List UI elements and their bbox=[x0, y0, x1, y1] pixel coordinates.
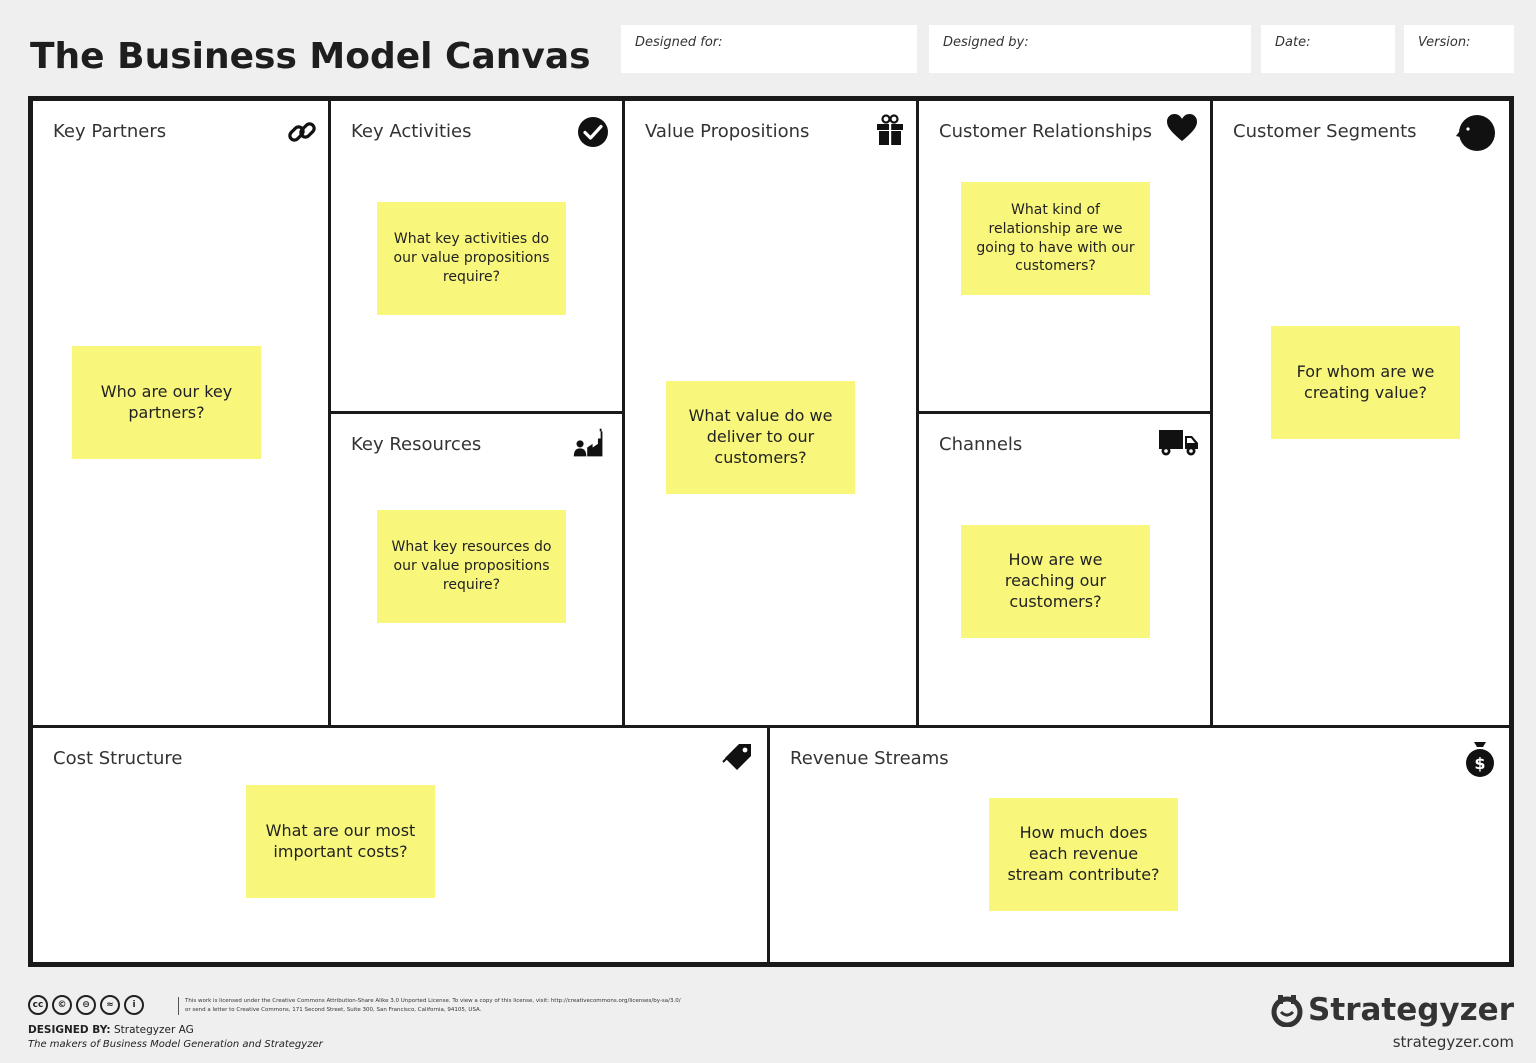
gift-icon bbox=[873, 113, 907, 147]
designed-by-credit-value: Strategyzer AG bbox=[113, 1024, 194, 1036]
revenue-streams-title: Revenue Streams bbox=[790, 748, 949, 769]
key-resources-note[interactable]: What key resources do our value proposit… bbox=[377, 510, 566, 623]
date-label: Date: bbox=[1275, 35, 1311, 50]
divider bbox=[33, 725, 1509, 728]
customer-segments-block[interactable]: Customer Segments For whom are we creati… bbox=[1213, 101, 1509, 725]
license-text: This work is licensed under the Creative… bbox=[178, 997, 685, 1015]
value-propositions-note[interactable]: What value do we deliver to our customer… bbox=[666, 381, 855, 494]
value-propositions-block[interactable]: Value Propositions What value do we deli… bbox=[625, 101, 916, 725]
revenue-streams-block[interactable]: Revenue Streams $ How much does each rev… bbox=[770, 728, 1509, 962]
factory-worker-icon bbox=[572, 426, 606, 460]
designed-for-field[interactable]: Designed for: bbox=[621, 25, 917, 73]
divider bbox=[1210, 101, 1213, 725]
customer-relationships-block[interactable]: Customer Relationships What kind of rela… bbox=[919, 101, 1210, 411]
share-alike-icon: ≈ bbox=[100, 995, 120, 1015]
channels-block[interactable]: Channels How are we reaching our custome… bbox=[919, 414, 1210, 725]
link-icon bbox=[285, 115, 319, 149]
customer-segments-title: Customer Segments bbox=[1233, 121, 1417, 142]
version-field[interactable]: Version: bbox=[1404, 25, 1514, 73]
key-partners-title: Key Partners bbox=[53, 121, 167, 142]
divider bbox=[331, 411, 622, 414]
attribution-icon: i bbox=[124, 995, 144, 1015]
face-icon bbox=[1456, 113, 1496, 153]
copyright-icon: © bbox=[52, 995, 72, 1015]
date-field[interactable]: Date: bbox=[1261, 25, 1395, 73]
cost-structure-block[interactable]: Cost Structure What are our most importa… bbox=[33, 728, 767, 962]
key-partners-block[interactable]: Key Partners Who are our key partners? bbox=[33, 101, 328, 725]
key-partners-note[interactable]: Who are our key partners? bbox=[72, 346, 261, 459]
cc-icon: cc bbox=[28, 995, 48, 1015]
customer-relationships-note[interactable]: What kind of relationship are we going t… bbox=[961, 182, 1150, 295]
strategyzer-website-link[interactable]: strategyzer.com bbox=[1393, 1033, 1514, 1051]
cost-structure-note[interactable]: What are our most important costs? bbox=[246, 785, 435, 898]
designed-by-field[interactable]: Designed by: bbox=[929, 25, 1251, 73]
channels-note[interactable]: How are we reaching our customers? bbox=[961, 525, 1150, 638]
svg-text:$: $ bbox=[1474, 754, 1485, 773]
key-resources-title: Key Resources bbox=[351, 434, 482, 455]
key-activities-title: Key Activities bbox=[351, 121, 472, 142]
version-label: Version: bbox=[1418, 35, 1471, 50]
designed-by-credit-label: DESIGNED BY: bbox=[28, 1024, 111, 1036]
money-bag-icon: $ bbox=[1463, 740, 1497, 778]
divider bbox=[919, 411, 1210, 414]
customer-segments-note[interactable]: For whom are we creating value? bbox=[1271, 326, 1460, 439]
revenue-streams-note[interactable]: How much does each revenue stream contri… bbox=[989, 798, 1178, 911]
business-model-canvas: Key Partners Who are our key partners? K… bbox=[28, 96, 1514, 967]
customer-relationships-title: Customer Relationships bbox=[939, 121, 1153, 142]
key-activities-note[interactable]: What key activities do our value proposi… bbox=[377, 202, 566, 315]
checkmark-icon bbox=[576, 115, 610, 149]
designed-by-label: Designed by: bbox=[943, 35, 1029, 50]
channels-title: Channels bbox=[939, 434, 1023, 455]
divider bbox=[622, 101, 625, 725]
designed-for-label: Designed for: bbox=[635, 35, 723, 50]
makers-tagline: The makers of Business Model Generation … bbox=[28, 1039, 323, 1050]
designed-by-credit: DESIGNED BY: Strategyzer AG bbox=[28, 1024, 194, 1036]
divider bbox=[767, 728, 770, 962]
price-tag-icon bbox=[721, 740, 755, 774]
truck-icon bbox=[1158, 424, 1200, 458]
strategyzer-logo-icon bbox=[1271, 995, 1303, 1027]
strategyzer-logo[interactable]: Strategyzer bbox=[1270, 992, 1514, 1028]
strategyzer-wordmark: Strategyzer bbox=[1308, 992, 1514, 1028]
heart-icon bbox=[1165, 111, 1199, 145]
value-propositions-title: Value Propositions bbox=[645, 121, 810, 142]
key-activities-block[interactable]: Key Activities What key activities do ou… bbox=[331, 101, 622, 411]
page-title: The Business Model Canvas bbox=[30, 36, 591, 77]
cc-license-badges: cc © ⊖ ≈ i bbox=[28, 995, 144, 1015]
no-derivatives-icon: ⊖ bbox=[76, 995, 96, 1015]
cost-structure-title: Cost Structure bbox=[53, 748, 183, 769]
key-resources-block[interactable]: Key Resources What key resources do our … bbox=[331, 414, 622, 725]
